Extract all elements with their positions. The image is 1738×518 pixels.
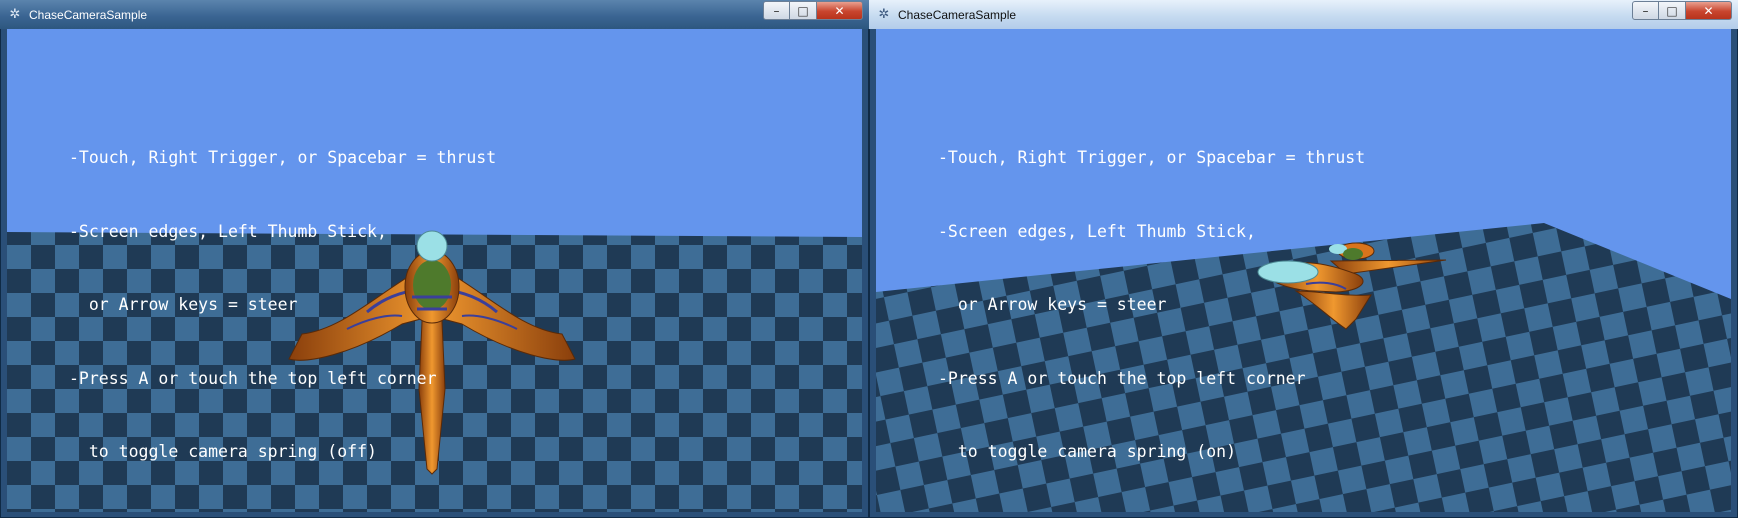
app-icon[interactable]: ✲ bbox=[876, 7, 892, 23]
maximize-icon: □ bbox=[797, 3, 809, 18]
instruction-line: -Touch, Right Trigger, or Spacebar = thr… bbox=[938, 148, 1366, 167]
maximize-button[interactable]: □ bbox=[790, 1, 817, 20]
maximize-button[interactable]: □ bbox=[1659, 1, 1686, 20]
app-icon[interactable]: ✲ bbox=[7, 7, 23, 23]
game-viewport[interactable]: -Touch, Right Trigger, or Spacebar = thr… bbox=[876, 29, 1731, 512]
instruction-line: -Press A or touch the top left corner bbox=[69, 368, 437, 388]
instruction-line: -Press A or touch the top left corner bbox=[938, 368, 1306, 388]
minimize-icon: – bbox=[773, 3, 780, 18]
instruction-line: -Screen edges, Left Thumb Stick, bbox=[69, 221, 387, 241]
window-controls: – □ ✕ bbox=[763, 1, 863, 20]
instruction-line: -Screen edges, Left Thumb Stick, bbox=[938, 221, 1256, 241]
minimize-icon: – bbox=[1642, 3, 1649, 18]
close-icon: ✕ bbox=[1703, 3, 1714, 18]
close-button[interactable]: ✕ bbox=[1686, 1, 1732, 20]
instruction-line: to toggle camera spring (off) bbox=[69, 442, 377, 461]
window-left: ✲ ChaseCameraSample – □ ✕ -Touch, Right … bbox=[0, 0, 869, 518]
close-button[interactable]: ✕ bbox=[817, 1, 863, 20]
game-viewport[interactable]: -Touch, Right Trigger, or Spacebar = thr… bbox=[7, 29, 862, 512]
instructions-overlay: -Touch, Right Trigger, or Spacebar = thr… bbox=[69, 97, 496, 512]
instruction-line: or Arrow keys = steer bbox=[69, 295, 298, 314]
maximize-icon: □ bbox=[1666, 3, 1678, 18]
instructions-overlay: -Touch, Right Trigger, or Spacebar = thr… bbox=[938, 97, 1365, 512]
instruction-line: or Arrow keys = steer bbox=[938, 295, 1167, 314]
instruction-line: to toggle camera spring (on) bbox=[938, 442, 1237, 461]
minimize-button[interactable]: – bbox=[763, 1, 790, 20]
close-icon: ✕ bbox=[834, 3, 845, 18]
window-right: ✲ ChaseCameraSample – □ ✕ -Touch, Right … bbox=[869, 0, 1738, 518]
title-bar[interactable]: ✲ ChaseCameraSample – □ ✕ bbox=[869, 0, 1738, 29]
instruction-line: -Touch, Right Trigger, or Spacebar = thr… bbox=[69, 148, 497, 167]
title-bar[interactable]: ✲ ChaseCameraSample – □ ✕ bbox=[0, 0, 869, 29]
window-controls: – □ ✕ bbox=[1632, 1, 1732, 20]
window-title: ChaseCameraSample bbox=[29, 7, 148, 22]
minimize-button[interactable]: – bbox=[1632, 1, 1659, 20]
window-title: ChaseCameraSample bbox=[898, 7, 1017, 22]
